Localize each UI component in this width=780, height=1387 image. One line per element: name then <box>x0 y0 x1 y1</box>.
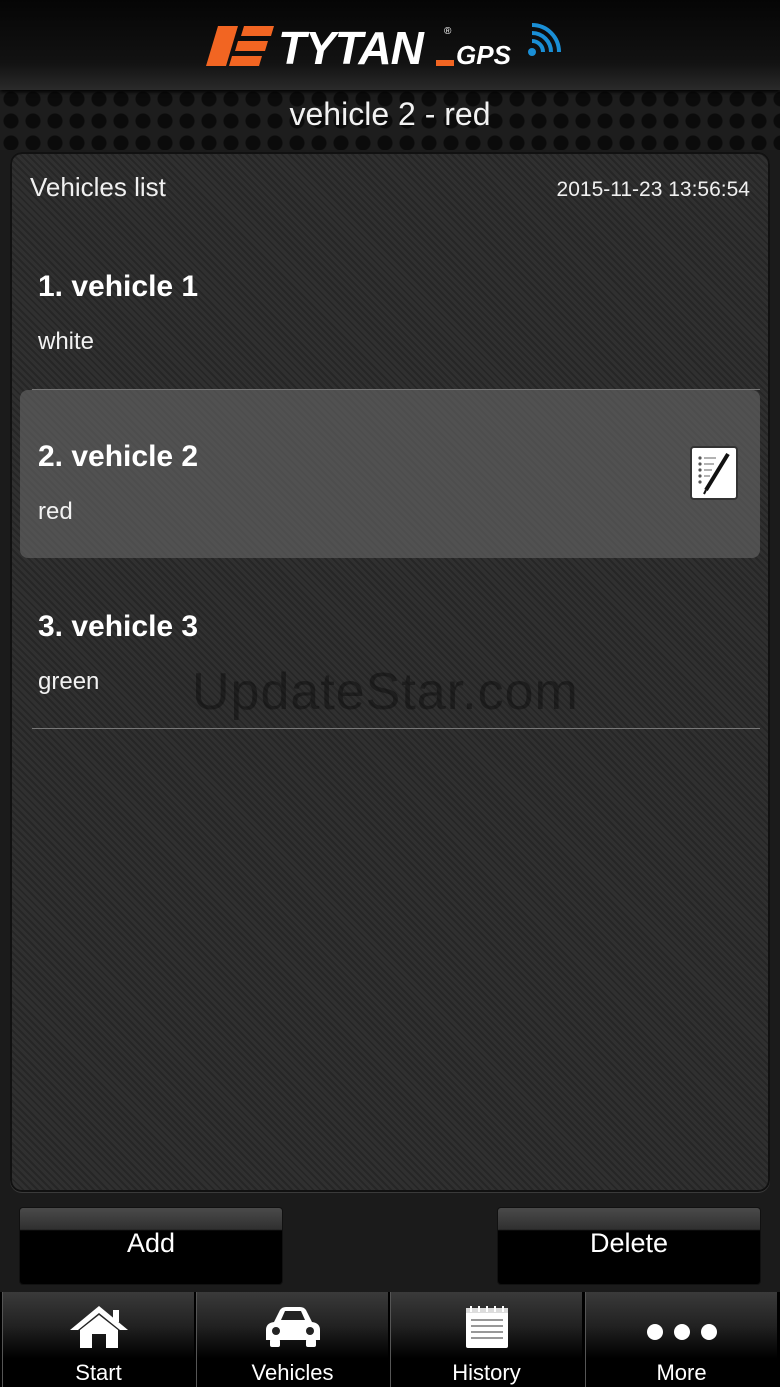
tab-history[interactable]: History <box>390 1292 582 1387</box>
app-header: TYTAN GPS ® vehicle 2 - red <box>0 0 780 150</box>
add-button-label: Add <box>126 1228 176 1258</box>
tab-vehicles[interactable]: Vehicles <box>196 1292 388 1387</box>
list-divider <box>32 728 760 729</box>
add-button[interactable]: Add <box>20 1208 282 1284</box>
delete-button-label: Delete <box>589 1228 669 1258</box>
delete-button[interactable]: Delete <box>498 1208 760 1284</box>
tab-more[interactable]: More <box>585 1292 777 1387</box>
vehicle-color: green <box>38 668 100 695</box>
vehicle-item-2[interactable]: 2. vehicle 2 red <box>20 390 760 558</box>
logo-bar: TYTAN GPS ® <box>0 0 780 90</box>
tab-label: Start <box>75 1360 122 1385</box>
edit-notepad-icon[interactable] <box>690 446 738 500</box>
vehicle-name: 1. vehicle 1 <box>38 270 199 303</box>
more-dots-icon <box>646 1324 717 1340</box>
home-icon <box>69 1306 128 1348</box>
panel-datetime: 2015-11-23 13:56:54 <box>556 178 750 201</box>
selected-vehicle-title: vehicle 2 - red <box>289 96 491 132</box>
vehicle-color: white <box>38 328 95 355</box>
watermark: UpdateStar.com <box>192 663 579 721</box>
tab-start[interactable]: Start <box>2 1292 194 1387</box>
tytan-gps-logo: TYTAN GPS ® <box>206 22 561 70</box>
svg-text:®: ® <box>444 26 452 37</box>
vehicle-name: 2. vehicle 2 <box>38 440 199 473</box>
svg-text:TYTAN: TYTAN <box>278 22 425 70</box>
tab-label: More <box>656 1360 707 1385</box>
vehicles-list-panel: Vehicles list 2015-11-23 13:56:54 1. veh… <box>10 152 770 1192</box>
tab-label: Vehicles <box>251 1360 334 1385</box>
car-icon <box>265 1307 320 1347</box>
tab-bar: Start Vehicles History More <box>0 1292 780 1387</box>
notepad-icon <box>465 1306 508 1348</box>
vehicle-item-1[interactable]: 1. vehicle 1 white <box>20 220 760 388</box>
svg-text:GPS: GPS <box>456 40 512 70</box>
vehicle-color: red <box>38 498 73 525</box>
tab-label: History <box>452 1360 521 1385</box>
panel-title: Vehicles list <box>30 172 166 202</box>
vehicle-name: 3. vehicle 3 <box>38 610 199 643</box>
